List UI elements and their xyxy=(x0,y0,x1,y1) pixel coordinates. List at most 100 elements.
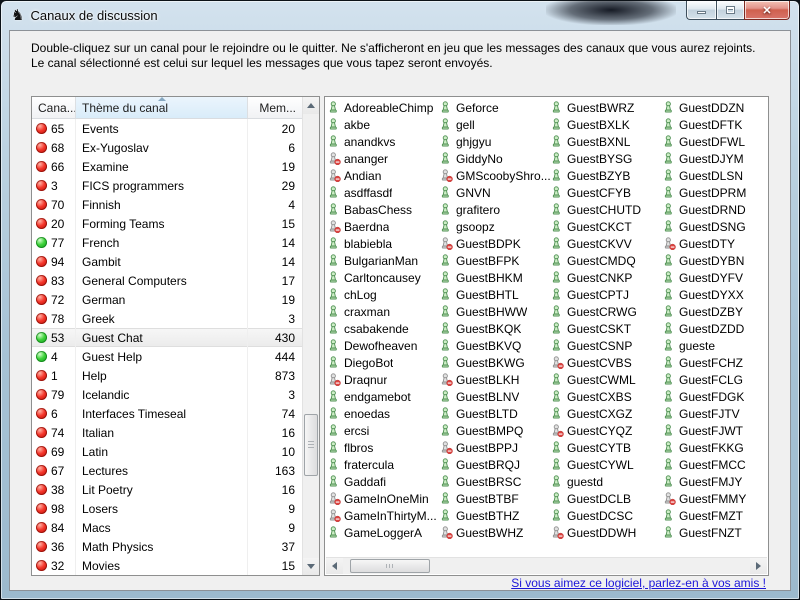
user-item[interactable]: GuestCHUTD xyxy=(551,201,663,218)
user-item[interactable]: GuestCMDQ xyxy=(551,252,663,269)
channel-row[interactable]: 20 Forming Teams 15 xyxy=(32,214,302,233)
user-item[interactable]: GuestDYXX xyxy=(663,286,766,303)
user-item[interactable]: GuestBLKH xyxy=(440,371,551,388)
user-item[interactable]: GuestDDWH xyxy=(551,524,663,541)
close-button[interactable]: ✕ xyxy=(744,1,790,20)
user-item[interactable]: GameInThirtyM... xyxy=(328,507,440,524)
user-item[interactable]: GuestDTY xyxy=(663,235,766,252)
channel-row[interactable]: 32 Movies 15 xyxy=(32,556,302,575)
user-item[interactable]: Gaddafi xyxy=(328,473,440,490)
user-item[interactable]: craxman xyxy=(328,303,440,320)
user-item[interactable]: GuestBMPQ xyxy=(440,422,551,439)
user-item[interactable]: GuestBXNL xyxy=(551,133,663,150)
user-item[interactable]: GuestCWML xyxy=(551,371,663,388)
user-item[interactable]: GuestBHTL xyxy=(440,286,551,303)
user-item[interactable]: GuestBTHZ xyxy=(440,507,551,524)
column-header-channel[interactable]: Cana... xyxy=(32,97,76,118)
user-item[interactable]: GuestCNKP xyxy=(551,269,663,286)
channel-row[interactable]: 53 Guest Chat 430 xyxy=(32,328,302,347)
user-item[interactable]: AdoreableChimp xyxy=(328,99,440,116)
user-item[interactable]: GuestDFTK xyxy=(663,116,766,133)
user-item[interactable]: GuestFJTV xyxy=(663,405,766,422)
user-item[interactable]: GuestBDPK xyxy=(440,235,551,252)
channel-row[interactable]: 84 Macs 9 xyxy=(32,518,302,537)
column-header-theme[interactable]: Thème du canal xyxy=(76,97,248,118)
user-item[interactable]: GuestDZDD xyxy=(663,320,766,337)
user-item[interactable]: Carltoncausey xyxy=(328,269,440,286)
horizontal-scroll-thumb[interactable] xyxy=(350,559,430,573)
user-item[interactable]: GuestBKWG xyxy=(440,354,551,371)
user-item[interactable]: GuestFCHZ xyxy=(663,354,766,371)
user-item[interactable]: GuestBKQK xyxy=(440,320,551,337)
user-item[interactable]: flbros xyxy=(328,439,440,456)
user-item[interactable]: GuestBLTD xyxy=(440,405,551,422)
user-item[interactable]: GuestCYWL xyxy=(551,456,663,473)
user-item[interactable]: GuestBLNV xyxy=(440,388,551,405)
channel-row[interactable]: 72 German 19 xyxy=(32,290,302,309)
user-item[interactable]: GuestDYBN xyxy=(663,252,766,269)
user-item[interactable]: GuestCRWG xyxy=(551,303,663,320)
user-item[interactable]: Dewofheaven xyxy=(328,337,440,354)
user-item[interactable]: endgamebot xyxy=(328,388,440,405)
channel-row[interactable]: 36 Math Physics 37 xyxy=(32,537,302,556)
user-item[interactable]: GuestDLSN xyxy=(663,167,766,184)
channels-vertical-scrollbar[interactable] xyxy=(302,97,319,575)
maximize-button[interactable] xyxy=(716,1,744,20)
user-item[interactable]: GuestBRQJ xyxy=(440,456,551,473)
user-item[interactable]: enoedas xyxy=(328,405,440,422)
user-item[interactable]: GuestBRSC xyxy=(440,473,551,490)
user-item[interactable]: anandkvs xyxy=(328,133,440,150)
user-item[interactable]: Geforce xyxy=(440,99,551,116)
user-item[interactable]: BabasChess xyxy=(328,201,440,218)
user-item[interactable]: GuestCSKT xyxy=(551,320,663,337)
user-item[interactable]: Draqnur xyxy=(328,371,440,388)
user-item[interactable]: GuestBWHZ xyxy=(440,524,551,541)
user-item[interactable]: GuestBTBF xyxy=(440,490,551,507)
user-item[interactable]: GuestCYTB xyxy=(551,439,663,456)
channel-row[interactable]: 83 General Computers 17 xyxy=(32,271,302,290)
channel-row[interactable]: 69 Latin 10 xyxy=(32,442,302,461)
channel-row[interactable]: 70 Finnish 4 xyxy=(32,195,302,214)
user-item[interactable]: gsoopz xyxy=(440,218,551,235)
user-item[interactable]: GuestBYSG xyxy=(551,150,663,167)
user-item[interactable]: GuestDRND xyxy=(663,201,766,218)
user-item[interactable]: GuestFCLG xyxy=(663,371,766,388)
user-item[interactable]: chLog xyxy=(328,286,440,303)
user-item[interactable]: GuestBKVQ xyxy=(440,337,551,354)
channel-row[interactable]: 68 Ex-Yugoslav 6 xyxy=(32,138,302,157)
users-horizontal-scrollbar[interactable] xyxy=(326,557,767,574)
channel-row[interactable]: 1 Help 873 xyxy=(32,366,302,385)
user-item[interactable]: fratercula xyxy=(328,456,440,473)
scroll-right-button[interactable] xyxy=(750,558,767,574)
user-item[interactable]: GuestDZBY xyxy=(663,303,766,320)
user-item[interactable]: GuestCPTJ xyxy=(551,286,663,303)
user-item[interactable]: GuestCKCT xyxy=(551,218,663,235)
user-item[interactable]: GuestCVBS xyxy=(551,354,663,371)
user-item[interactable]: GuestCYQZ xyxy=(551,422,663,439)
user-item[interactable]: GuestCFYB xyxy=(551,184,663,201)
channel-row[interactable]: 94 Gambit 14 xyxy=(32,252,302,271)
user-item[interactable]: ananger xyxy=(328,150,440,167)
user-item[interactable]: GuestFMMY xyxy=(663,490,766,507)
channel-row[interactable]: 98 Losers 9 xyxy=(32,499,302,518)
channel-row[interactable]: 79 Icelandic 3 xyxy=(32,385,302,404)
minimize-button[interactable] xyxy=(686,1,716,20)
user-item[interactable]: ghjgyu xyxy=(440,133,551,150)
user-item[interactable]: gell xyxy=(440,116,551,133)
user-item[interactable]: GuestFMJY xyxy=(663,473,766,490)
user-item[interactable]: GuestBZYB xyxy=(551,167,663,184)
user-item[interactable]: akbe xyxy=(328,116,440,133)
user-item[interactable]: GameInOneMin xyxy=(328,490,440,507)
share-link[interactable]: Si vous aimez ce logiciel, parlez-en à v… xyxy=(511,576,766,590)
user-item[interactable]: GuestFNZT xyxy=(663,524,766,541)
user-item[interactable]: GameLoggerA xyxy=(328,524,440,541)
user-item[interactable]: GuestDDZN xyxy=(663,99,766,116)
user-item[interactable]: GuestBFPK xyxy=(440,252,551,269)
channel-row[interactable]: 4 Guest Help 444 xyxy=(32,347,302,366)
user-item[interactable]: GuestBHWW xyxy=(440,303,551,320)
user-item[interactable]: gueste xyxy=(663,337,766,354)
channel-row[interactable]: 65 Events 20 xyxy=(32,119,302,138)
user-item[interactable]: GuestDFWL xyxy=(663,133,766,150)
user-item[interactable]: GuestDCSC xyxy=(551,507,663,524)
user-item[interactable]: guestd xyxy=(551,473,663,490)
